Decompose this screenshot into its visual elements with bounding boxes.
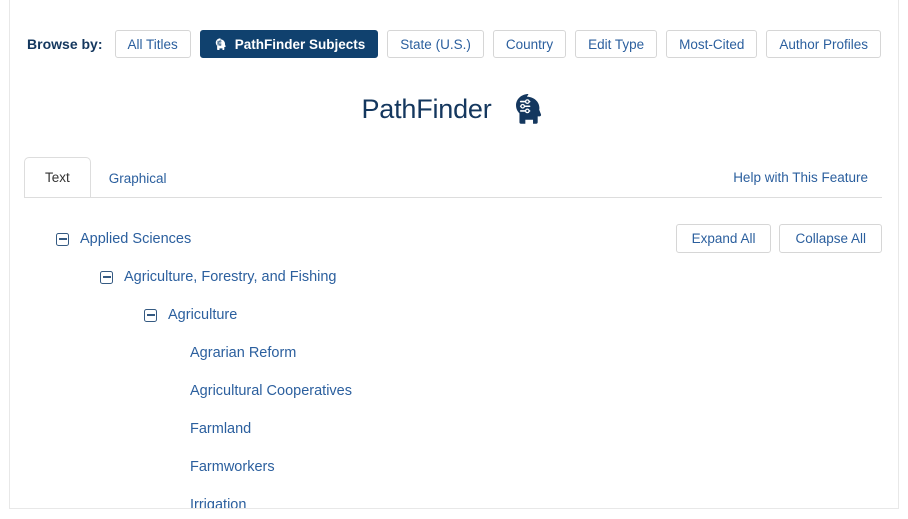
browse-button-label: Country: [505, 36, 554, 52]
minus-box-icon[interactable]: [100, 270, 113, 284]
browse-by-label: Browse by:: [27, 36, 103, 52]
view-tabs-region: Text Graphical Help with This Feature: [10, 151, 898, 198]
browse-button-label: Most-Cited: [679, 36, 745, 52]
minus-box-icon[interactable]: [144, 308, 157, 322]
tree-node: Agriculture: [10, 296, 898, 334]
tree-node-label[interactable]: Agrarian Reform: [190, 346, 296, 361]
tabs-divider: [24, 197, 882, 198]
page-title-row: PathFinder: [10, 89, 898, 129]
tree-node-label[interactable]: Agriculture: [168, 308, 237, 323]
tree-node-label[interactable]: Farmland: [190, 422, 251, 437]
tab-list: Text Graphical: [24, 156, 185, 198]
tab-text[interactable]: Text: [24, 156, 91, 197]
browse-button-pathfinder-subjects[interactable]: PathFinder Subjects: [199, 30, 379, 58]
browse-button-label: PathFinder Subjects: [234, 36, 366, 52]
browse-button-label: Edit Type: [588, 36, 645, 52]
browse-button-most-cited[interactable]: Most-Cited: [666, 30, 758, 58]
tree-node-label[interactable]: Farmworkers: [190, 460, 275, 475]
collapse-all-button[interactable]: Collapse All: [779, 224, 882, 253]
browse-button-label: All Titles: [127, 36, 178, 52]
tree-node-label[interactable]: Agriculture, Forestry, and Fishing: [124, 270, 336, 285]
head-network-icon: [213, 37, 228, 52]
head-network-icon: [509, 89, 547, 129]
tree-node: Agrarian Reform: [10, 334, 898, 372]
browse-button-state-u-s[interactable]: State (U.S.): [387, 30, 484, 58]
pathfinder-page: Browse by: All Titles PathFinder Subjects…: [9, 0, 899, 509]
browse-button-all-titles[interactable]: All Titles: [114, 30, 191, 58]
tree-node-label[interactable]: Irrigation: [190, 498, 246, 508]
browse-button-label: State (U.S.): [400, 36, 471, 52]
browse-button-country[interactable]: Country: [492, 30, 567, 58]
help-with-this-feature-link[interactable]: Help with This Feature: [733, 170, 868, 185]
browse-button-edit-type[interactable]: Edit Type: [575, 30, 658, 58]
tree-node-label[interactable]: Applied Sciences: [80, 232, 191, 247]
tab-graphical[interactable]: Graphical: [91, 159, 185, 198]
tree-controls: Expand All Collapse All: [675, 224, 882, 253]
expand-all-button[interactable]: Expand All: [675, 224, 772, 253]
tree-node-label[interactable]: Agricultural Cooperatives: [190, 384, 352, 399]
browse-button-author-profiles[interactable]: Author Profiles: [766, 30, 881, 58]
browse-by-bar: Browse by: All Titles PathFinder Subjects…: [10, 0, 898, 58]
tree-node: Farmworkers: [10, 448, 898, 486]
tree-node: Irrigation: [10, 486, 898, 508]
tree-node: Agriculture, Forestry, and Fishing: [10, 258, 898, 296]
tree-node: Agricultural Cooperatives: [10, 372, 898, 410]
page-title: PathFinder: [361, 93, 492, 124]
view-tabs: Text Graphical Help with This Feature: [24, 151, 884, 197]
browse-button-group: All Titles PathFinder Subjects State (U.S.…: [114, 30, 881, 58]
minus-box-icon[interactable]: [56, 232, 69, 246]
tree-node: Farmland: [10, 410, 898, 448]
browse-button-label: Author Profiles: [779, 36, 868, 52]
subject-tree: Applied Sciences Agriculture, Forestry, a…: [10, 220, 898, 508]
